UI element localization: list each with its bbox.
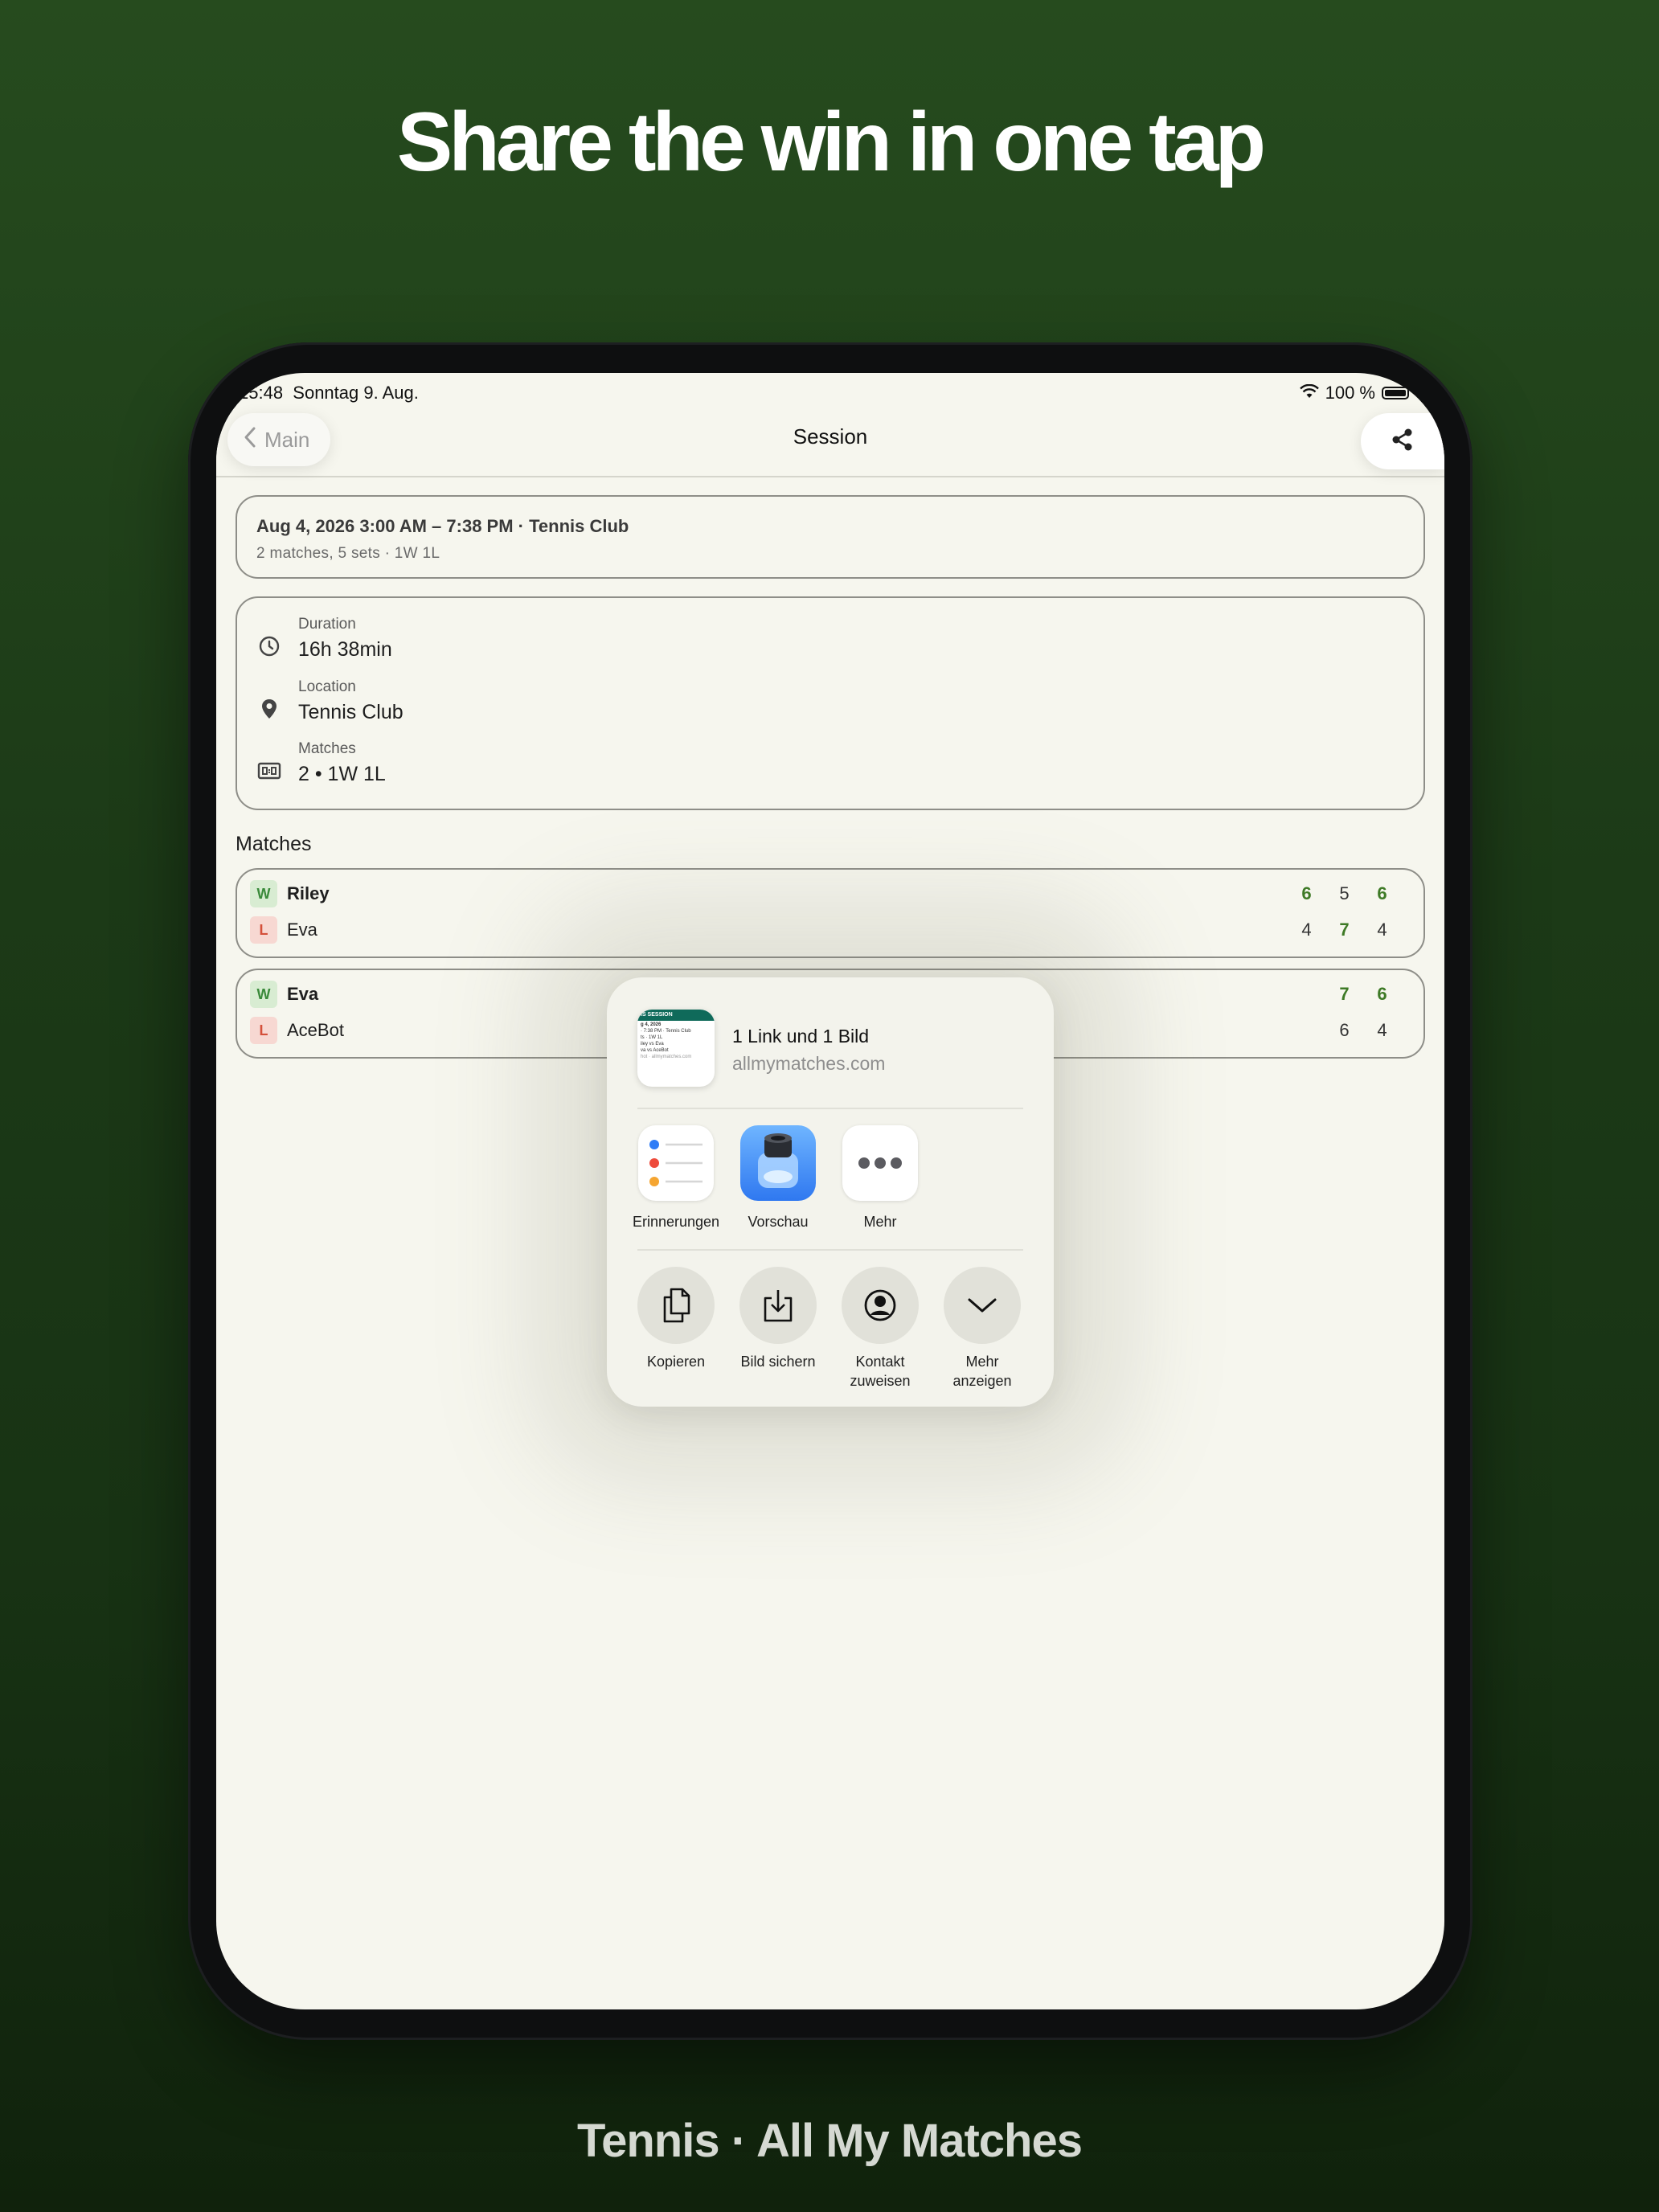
thumbnail-line: va vs AceBot — [641, 1048, 669, 1053]
battery-icon — [1382, 387, 1409, 399]
share-app-preview[interactable]: Vorschau — [730, 1125, 826, 1231]
wifi-icon — [1299, 383, 1319, 403]
match-card[interactable]: W Riley 6 5 6 L Eva 4 7 4 — [236, 868, 1425, 958]
battery-percent: 100 % — [1325, 383, 1375, 403]
copy-icon — [637, 1267, 715, 1344]
clock-icon — [256, 633, 282, 659]
detail-value: Tennis Club — [298, 701, 403, 723]
share-sheet-title: 1 Link und 1 Bild — [732, 1026, 870, 1047]
matches-section-title: Matches — [236, 833, 312, 855]
thumbnail-line: ts · 1W 1L — [641, 1035, 663, 1040]
detail-value: 2 • 1W 1L — [298, 763, 386, 785]
scoreboard-icon — [256, 758, 282, 784]
detail-matches: Matches 2 • 1W 1L — [256, 740, 386, 786]
thumbnail-header: IS SESSION — [637, 1010, 715, 1021]
location-pin-icon — [256, 696, 282, 722]
divider — [637, 1108, 1023, 1109]
player-name: Eva — [287, 920, 317, 940]
divider — [637, 1249, 1023, 1251]
loss-badge: L — [250, 916, 277, 944]
app-label: Erinnerungen — [632, 1214, 720, 1230]
set-score: 7 — [1339, 920, 1350, 940]
detail-location: Location Tennis Club — [256, 678, 403, 724]
session-summary-card: Aug 4, 2026 3:00 AM – 7:38 PM · Tennis C… — [236, 495, 1425, 579]
detail-label: Duration — [298, 616, 356, 633]
set-scores: 6 5 6 — [1288, 883, 1401, 904]
thumbnail-line: hot · allmymatches.com — [641, 1055, 692, 1059]
app-label: Vorschau — [748, 1214, 809, 1230]
set-score: 5 — [1339, 883, 1350, 903]
status-right: 100 % — [1299, 383, 1409, 403]
action-assign-contact[interactable]: Kontakt zuweisen — [828, 1267, 932, 1391]
headline: Share the win in one tap — [396, 96, 1266, 189]
loss-badge: L — [250, 1017, 277, 1044]
share-button[interactable] — [1361, 413, 1444, 469]
share-preview-thumbnail: IS SESSION g 4, 2026 · 7:38 PM · Tennis … — [637, 1010, 715, 1087]
set-score: 7 — [1339, 984, 1350, 1004]
set-scores: 7 6 — [1325, 984, 1401, 1005]
set-score: 6 — [1339, 1020, 1350, 1040]
detail-duration: Duration 16h 38min — [256, 616, 392, 662]
player-name: Riley — [287, 883, 330, 903]
set-score: 6 — [1377, 984, 1387, 1004]
navigation-bar: Main Session — [216, 413, 1444, 477]
share-sheet-url: allmymatches.com — [732, 1053, 886, 1074]
reminders-icon — [638, 1125, 714, 1201]
app-label: Mehr — [863, 1214, 897, 1230]
thumbnail-line: · 7:38 PM · Tennis Club — [641, 1029, 691, 1034]
status-time-date: 15:48 Sonntag 9. Aug. — [239, 383, 419, 403]
action-label: Bild sichern — [740, 1354, 816, 1370]
assign-contact-icon — [842, 1267, 919, 1344]
app-screen: 15:48 Sonntag 9. Aug. 100 % Main Session… — [216, 373, 1444, 2009]
win-badge: W — [250, 981, 277, 1008]
player-name: AceBot — [287, 1020, 344, 1040]
save-image-icon — [739, 1267, 817, 1344]
action-label: Kopieren — [646, 1354, 706, 1370]
set-scores: 6 4 — [1325, 1020, 1401, 1041]
preview-icon — [740, 1125, 816, 1201]
share-icon — [1389, 426, 1416, 457]
detail-label: Location — [298, 678, 356, 695]
session-summary-subtitle: 2 matches, 5 sets · 1W 1L — [256, 545, 440, 562]
detail-value: 16h 38min — [298, 638, 392, 661]
share-sheet: IS SESSION g 4, 2026 · 7:38 PM · Tennis … — [607, 977, 1054, 1407]
thumbnail-line: g 4, 2026 — [641, 1022, 662, 1027]
share-app-more[interactable]: Mehr — [832, 1125, 928, 1231]
set-score: 6 — [1377, 883, 1387, 903]
set-scores: 4 7 4 — [1288, 920, 1401, 940]
match-player-row: L Eva 4 7 4 — [250, 916, 1401, 944]
session-details-card: Duration 16h 38min Location Tennis Club … — [236, 596, 1425, 810]
action-label: Mehr anzeigen — [952, 1354, 1012, 1389]
set-score: 4 — [1301, 920, 1312, 940]
match-player-row: W Riley 6 5 6 — [250, 879, 1401, 908]
set-score: 4 — [1377, 920, 1387, 940]
action-save-image[interactable]: Bild sichern — [726, 1267, 830, 1371]
session-summary-title: Aug 4, 2026 3:00 AM – 7:38 PM · Tennis C… — [256, 516, 629, 536]
detail-label: Matches — [298, 740, 356, 757]
action-copy[interactable]: Kopieren — [624, 1267, 728, 1371]
more-apps-icon — [842, 1125, 918, 1201]
chevron-down-icon — [944, 1267, 1021, 1344]
set-score: 6 — [1301, 883, 1312, 903]
player-name: Eva — [287, 984, 319, 1004]
share-app-reminders[interactable]: Erinnerungen — [628, 1125, 724, 1231]
win-badge: W — [250, 880, 277, 907]
action-show-more[interactable]: Mehr anzeigen — [930, 1267, 1034, 1391]
page-title: Session — [793, 424, 868, 449]
footer-caption: Tennis · All My Matches — [577, 2115, 1083, 2167]
thumbnail-line: iley vs Eva — [641, 1042, 664, 1047]
set-score: 4 — [1377, 1020, 1387, 1040]
action-label: Kontakt zuweisen — [850, 1354, 911, 1389]
